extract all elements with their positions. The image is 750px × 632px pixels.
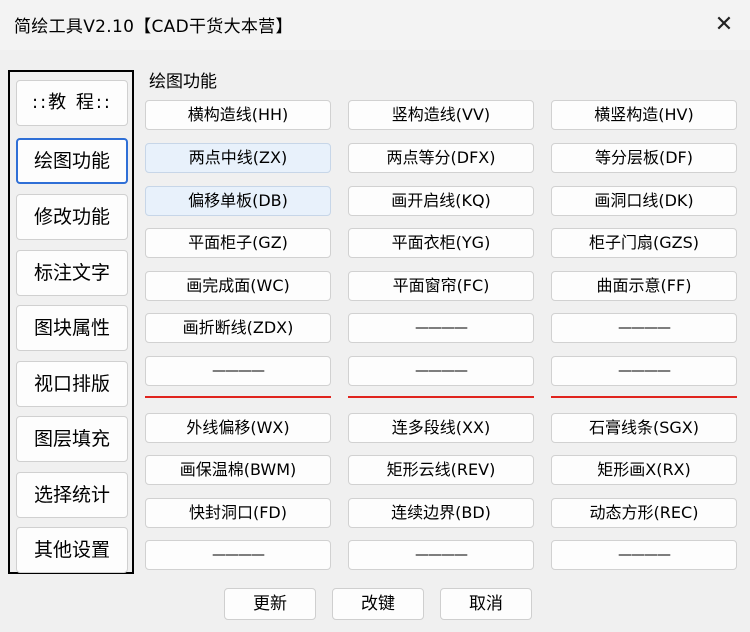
cmd-button[interactable]: 连续边界(BD) — [348, 498, 534, 528]
cmd-button[interactable]: 平面柜子(GZ) — [145, 228, 331, 258]
title-bar: 简绘工具V2.10【CAD干货大本营】 ✕ — [0, 0, 750, 50]
cmd-button[interactable]: 动态方形(REC) — [551, 498, 737, 528]
sidebar-item-block[interactable]: 图块属性 — [16, 305, 128, 351]
window-title: 简绘工具V2.10【CAD干货大本营】 — [14, 17, 293, 37]
empty-slot-button[interactable]: ———— — [145, 540, 331, 570]
sidebar-item-select[interactable]: 选择统计 — [16, 472, 128, 518]
cmd-button[interactable]: 等分层板(DF) — [551, 143, 737, 173]
cmd-button[interactable]: 平面衣柜(YG) — [348, 228, 534, 258]
cmd-button[interactable]: 平面窗帘(FC) — [348, 271, 534, 301]
cmd-button[interactable]: 柜子门扇(GZS) — [551, 228, 737, 258]
cmd-button[interactable]: 外线偏移(WX) — [145, 413, 331, 443]
section-title: 绘图功能 — [149, 72, 217, 92]
cmd-button[interactable]: 连多段线(XX) — [348, 413, 534, 443]
cancel-button[interactable]: 取消 — [440, 588, 532, 620]
empty-slot-button[interactable]: ———— — [145, 356, 331, 386]
empty-slot-button[interactable]: ———— — [551, 540, 737, 570]
cmd-button[interactable]: 横竖构造(HV) — [551, 100, 737, 130]
empty-slot-button[interactable]: ———— — [348, 356, 534, 386]
separator-line — [145, 396, 331, 398]
sidebar-item-modify[interactable]: 修改功能 — [16, 194, 128, 240]
cmd-button[interactable]: 画完成面(WC) — [145, 271, 331, 301]
cmd-button[interactable]: 两点等分(DFX) — [348, 143, 534, 173]
empty-slot-button[interactable]: ———— — [551, 356, 737, 386]
separator-line — [348, 396, 534, 398]
sidebar-item-viewport[interactable]: 视口排版 — [16, 361, 128, 407]
close-icon[interactable]: ✕ — [710, 12, 738, 38]
cmd-button[interactable]: 矩形画X(RX) — [551, 455, 737, 485]
cmd-button[interactable]: 画洞口线(DK) — [551, 186, 737, 216]
cmd-button[interactable]: 偏移单板(DB) — [145, 186, 331, 216]
cmd-button[interactable]: 竖构造线(VV) — [348, 100, 534, 130]
update-button[interactable]: 更新 — [224, 588, 316, 620]
cmd-button[interactable]: 快封洞口(FD) — [145, 498, 331, 528]
sidebar-item-drawing[interactable]: 绘图功能 — [16, 138, 128, 184]
cmd-button[interactable]: 两点中线(ZX) — [145, 143, 331, 173]
cmd-button[interactable]: 曲面示意(FF) — [551, 271, 737, 301]
sidebar-item-tutorial[interactable]: ::教 程:: — [16, 80, 128, 126]
sidebar: ::教 程:: 绘图功能 修改功能 标注文字 图块属性 视口排版 图层填充 选择… — [8, 70, 134, 574]
sidebar-item-layer[interactable]: 图层填充 — [16, 416, 128, 462]
empty-slot-button[interactable]: ———— — [348, 313, 534, 343]
cmd-button[interactable]: 画折断线(ZDX) — [145, 313, 331, 343]
sidebar-item-annotate[interactable]: 标注文字 — [16, 250, 128, 296]
cmd-button[interactable]: 横构造线(HH) — [145, 100, 331, 130]
cmd-button[interactable]: 画开启线(KQ) — [348, 186, 534, 216]
separator-line — [551, 396, 737, 398]
cmd-button[interactable]: 矩形云线(REV) — [348, 455, 534, 485]
cmd-button[interactable]: 石膏线条(SGX) — [551, 413, 737, 443]
empty-slot-button[interactable]: ———— — [551, 313, 737, 343]
cmd-button[interactable]: 画保温棉(BWM) — [145, 455, 331, 485]
empty-slot-button[interactable]: ———— — [348, 540, 534, 570]
sidebar-item-settings[interactable]: 其他设置 — [16, 527, 128, 573]
rekey-button[interactable]: 改键 — [332, 588, 424, 620]
